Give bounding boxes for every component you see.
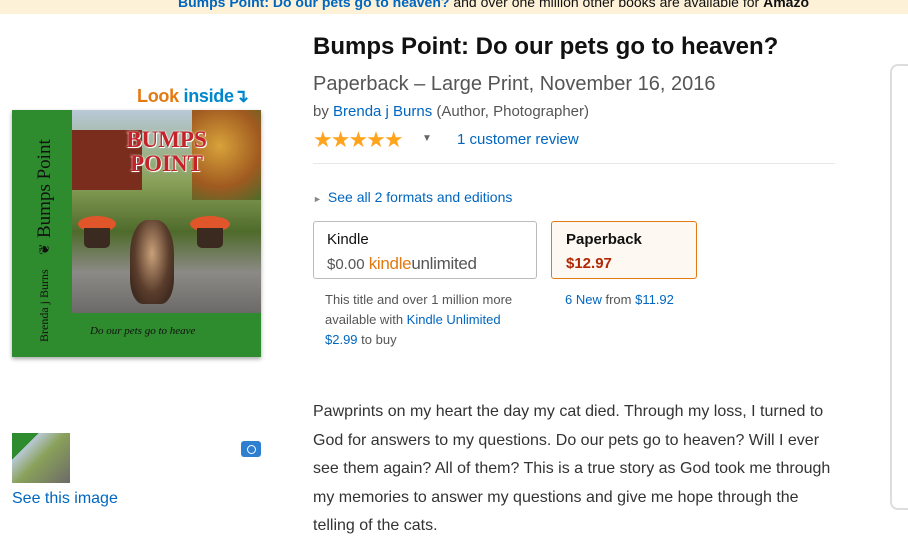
kindle-label: Kindle <box>327 231 369 248</box>
author-role: (Author, Photographer) <box>432 103 590 120</box>
banner-text: and over one million other books are ava… <box>449 0 764 10</box>
banner-amazon-text: Amazo <box>763 0 809 10</box>
cover-title: BUMPS POINT <box>72 128 261 176</box>
look-inside-arrow-icon: ↴ <box>233 86 249 106</box>
rating-dropdown-caret-icon[interactable]: ▼ <box>422 133 432 144</box>
product-format-line: Paperback – Large Print, November 16, 20… <box>313 73 716 95</box>
book-cover-image[interactable]: Brenda j Burns ❦ Bumps Point BUMPS POINT… <box>12 110 261 457</box>
cover-cat <box>130 220 174 304</box>
kindle-unlimited-logo: kindleunlimited <box>369 254 477 273</box>
look-inside-inside: inside <box>183 86 235 106</box>
star-rating-icon[interactable]: ★★★★★ <box>313 127 404 153</box>
cover-spine: Brenda j Burns ❦ Bumps Point <box>12 110 60 357</box>
paperback-label: Paperback <box>566 231 642 248</box>
ku-kindle: kindle <box>368 254 412 273</box>
look-inside-look: Look <box>137 86 179 106</box>
kindle-unlimited-link[interactable]: Kindle Unlimited <box>407 312 501 327</box>
cover-pot-right <box>197 228 223 248</box>
byline-prefix: by <box>313 103 334 120</box>
paperback-new-offers: 6 New from $11.92 <box>565 290 674 310</box>
book-description: Pawprints on my heart the day my cat die… <box>313 403 831 534</box>
banner-title-link[interactable]: Bumps Point: Do our pets go to heaven? <box>178 0 449 10</box>
cover-pot-left <box>84 228 110 248</box>
from-text: from <box>601 292 636 307</box>
new-offers-link[interactable]: 6 New <box>565 292 602 307</box>
from-price-link[interactable]: $11.92 <box>635 292 674 307</box>
author-link[interactable]: Brenda j Burns <box>333 103 432 120</box>
paperback-price: $12.97 <box>566 255 612 272</box>
kindle-price: $0.00 kindleunlimited <box>327 254 477 274</box>
camera-icon[interactable] <box>241 441 261 457</box>
buy-box-panel <box>890 64 908 510</box>
format-kindle-button[interactable]: Kindle $0.00 kindleunlimited <box>313 221 537 279</box>
format-paperback-button[interactable]: Paperback $12.97 <box>551 221 697 279</box>
cover-title-line1: BUMPS <box>126 127 207 152</box>
spine-author: Brenda j Burns <box>37 269 51 342</box>
kindle-price-value: $0.00 <box>327 256 365 273</box>
ku-unlimited: unlimited <box>411 254 477 273</box>
spine-title: Bumps Point <box>34 139 55 238</box>
customer-review-link[interactable]: 1 customer review <box>457 131 579 148</box>
cover-title-line2: POINT <box>130 151 203 176</box>
product-title: Bumps Point: Do our pets go to heaven? <box>313 33 779 60</box>
promo-banner: Bumps Point: Do our pets go to heaven? a… <box>0 0 908 14</box>
byline: by Brenda j Burns (Author, Photographer) <box>313 103 589 120</box>
look-inside-badge[interactable]: Look inside↴ <box>137 86 249 107</box>
kindle-buy-suffix: to buy <box>357 332 397 347</box>
divider <box>313 163 835 164</box>
expand-triangle-icon: ► <box>313 194 322 204</box>
kindle-buy-price-link[interactable]: $2.99 <box>325 332 358 347</box>
see-all-formats-link[interactable]: ► See all 2 formats and editions <box>313 189 512 205</box>
kindle-unlimited-note: This title and over 1 million more avail… <box>325 290 525 350</box>
spine-ornament: ❦ <box>37 243 53 255</box>
cover-tagline: Do our pets go to heave <box>90 325 196 337</box>
see-all-formats-label: See all 2 formats and editions <box>327 189 513 205</box>
cover-thumbnail[interactable] <box>12 433 70 483</box>
see-this-image-link[interactable]: See this image <box>12 490 118 508</box>
